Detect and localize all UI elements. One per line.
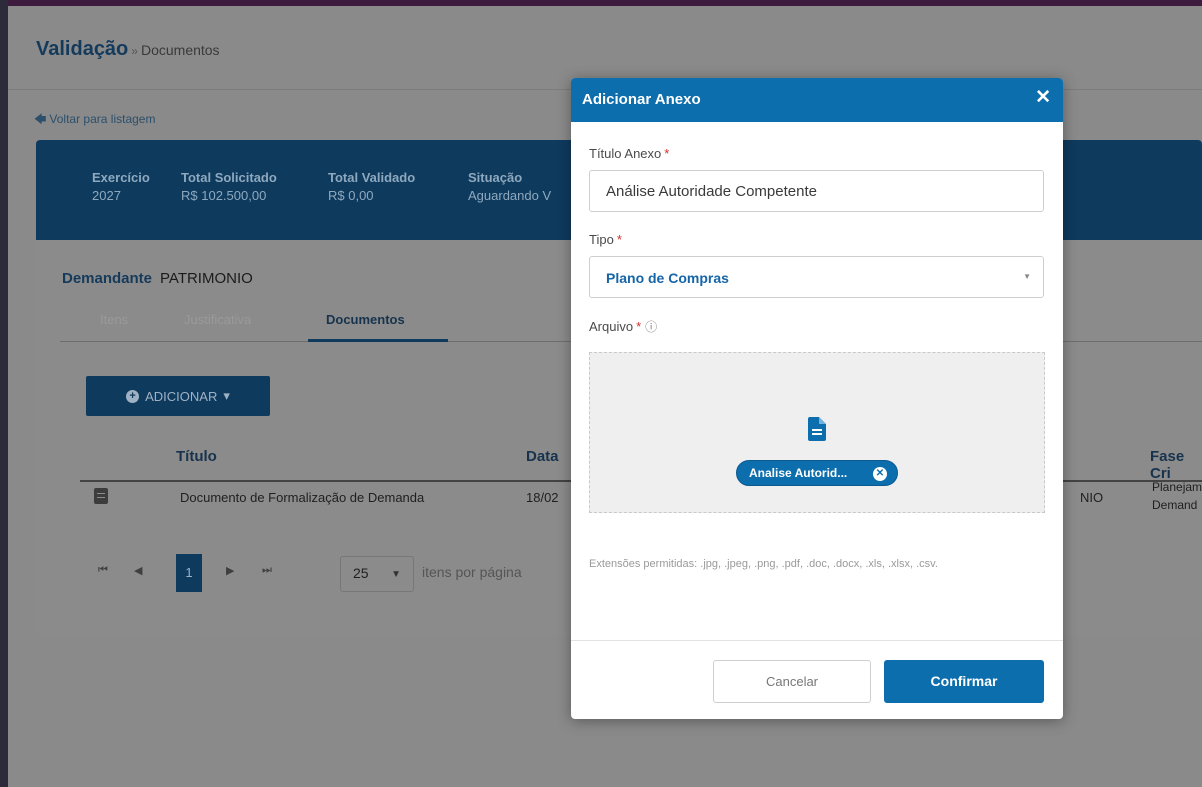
- confirm-button[interactable]: Confirmar: [884, 660, 1044, 703]
- tab-itens[interactable]: Itens: [100, 312, 128, 327]
- caret-down-icon: ▼: [391, 569, 401, 580]
- modal-title: Adicionar Anexo: [582, 91, 701, 108]
- row-demandante: NIO: [1080, 490, 1104, 505]
- titulo-anexo-input[interactable]: Análise Autoridade Competente: [589, 170, 1044, 212]
- add-button[interactable]: + ADICIONAR ▾: [86, 376, 270, 416]
- stat-value: R$ 0,00: [328, 188, 374, 203]
- demandante-label: Demandante: [62, 270, 153, 287]
- row-data: 18/02: [526, 490, 559, 505]
- stat-value: 2027: [92, 188, 121, 203]
- stat-value: R$ 102.500,00: [181, 188, 267, 203]
- arquivo-field-label: Arquivo * ⓘ: [589, 318, 657, 335]
- last-page-icon[interactable]: ⏭: [262, 564, 272, 577]
- modal-header: Adicionar Anexo ✕: [571, 78, 1063, 122]
- titulo-label-text: Título Anexo: [589, 146, 662, 161]
- breadcrumb-current: Documentos: [140, 42, 220, 58]
- tab-justificativa[interactable]: Justificativa: [184, 312, 251, 327]
- stat-label: Situação: [468, 170, 523, 185]
- uploaded-file-chip: Analise Autorid... ✕: [736, 460, 898, 486]
- demandante-row: Demandante PATRIMONIO: [62, 270, 253, 287]
- caret-down-icon: ▼: [1023, 272, 1031, 281]
- plus-circle-icon: +: [126, 389, 140, 403]
- stat-situacao: Situação Aguardando V: [468, 170, 551, 203]
- stat-total-solicitado: Total Solicitado R$ 102.500,00: [181, 170, 277, 203]
- modal-footer-divider: [571, 640, 1063, 641]
- document-icon[interactable]: [94, 488, 108, 504]
- back-to-list-link[interactable]: 🡄 Voltar para listagem: [34, 110, 155, 131]
- tipo-select[interactable]: Plano de Compras ▼: [589, 256, 1044, 298]
- caret-down-icon: ▾: [223, 388, 230, 403]
- breadcrumb-separator: »: [131, 44, 138, 58]
- uploaded-file-name: Analise Autorid...: [749, 466, 848, 480]
- arquivo-label-text: Arquivo: [589, 319, 634, 334]
- stat-value: Aguardando V: [468, 188, 552, 203]
- column-header-fase[interactable]: Fase Cri: [1150, 448, 1202, 482]
- window-left-border: [0, 0, 8, 787]
- cancel-button[interactable]: Cancelar: [713, 660, 871, 703]
- row-fase-line2: Demand: [1152, 498, 1198, 512]
- required-marker: *: [636, 319, 642, 334]
- titulo-field-label: Título Anexo *: [589, 146, 669, 161]
- close-icon[interactable]: ✕: [1035, 88, 1051, 108]
- tipo-field-label: Tipo *: [589, 232, 622, 247]
- arrow-left-icon: 🡄: [34, 112, 47, 126]
- remove-file-icon[interactable]: ✕: [873, 467, 887, 481]
- column-header-data[interactable]: Data: [526, 448, 559, 465]
- page-size-select[interactable]: 25 ▼: [340, 556, 414, 592]
- back-link-label: Voltar para listagem: [49, 112, 156, 126]
- page-size-label: itens por página: [422, 564, 522, 580]
- page-size-value: 25: [353, 565, 369, 581]
- stat-label: Total Solicitado: [181, 170, 277, 185]
- tab-documentos[interactable]: Documentos: [326, 312, 405, 327]
- previous-page-icon[interactable]: ◀: [134, 564, 142, 577]
- demandante-value: PATRIMONIO: [160, 270, 253, 287]
- row-titulo: Documento de Formalização de Demanda: [180, 490, 425, 505]
- allowed-extensions-note: Extensões permitidas: .jpg, .jpeg, .png,…: [589, 558, 938, 570]
- first-page-icon[interactable]: ⏮: [98, 564, 108, 577]
- file-dropzone[interactable]: Analise Autorid... ✕: [589, 352, 1045, 513]
- stat-exercicio: Exercício 2027: [92, 170, 150, 203]
- required-marker: *: [664, 146, 670, 161]
- file-icon: [808, 417, 826, 441]
- stat-label: Total Validado: [328, 170, 416, 185]
- tipo-selected-value: Plano de Compras: [606, 270, 729, 286]
- breadcrumb-title: Validação: [36, 38, 129, 60]
- next-page-icon[interactable]: ▶: [226, 564, 234, 577]
- column-header-titulo[interactable]: Título: [176, 448, 217, 465]
- required-marker: *: [616, 232, 622, 247]
- active-tab-indicator: [308, 339, 448, 342]
- add-button-label: ADICIONAR: [145, 388, 218, 404]
- tipo-label-text: Tipo: [589, 232, 614, 247]
- titulo-anexo-value: Análise Autoridade Competente: [606, 183, 817, 200]
- info-icon[interactable]: ⓘ: [645, 320, 657, 334]
- page-number-current[interactable]: 1: [176, 554, 202, 592]
- stat-label: Exercício: [92, 170, 150, 185]
- stat-total-validado: Total Validado R$ 0,00: [328, 170, 415, 203]
- add-attachment-modal: Adicionar Anexo ✕ Título Anexo * Análise …: [571, 78, 1063, 719]
- row-fase-line1: Planejam: [1152, 480, 1202, 494]
- breadcrumb: Validação» Documentos: [36, 38, 220, 61]
